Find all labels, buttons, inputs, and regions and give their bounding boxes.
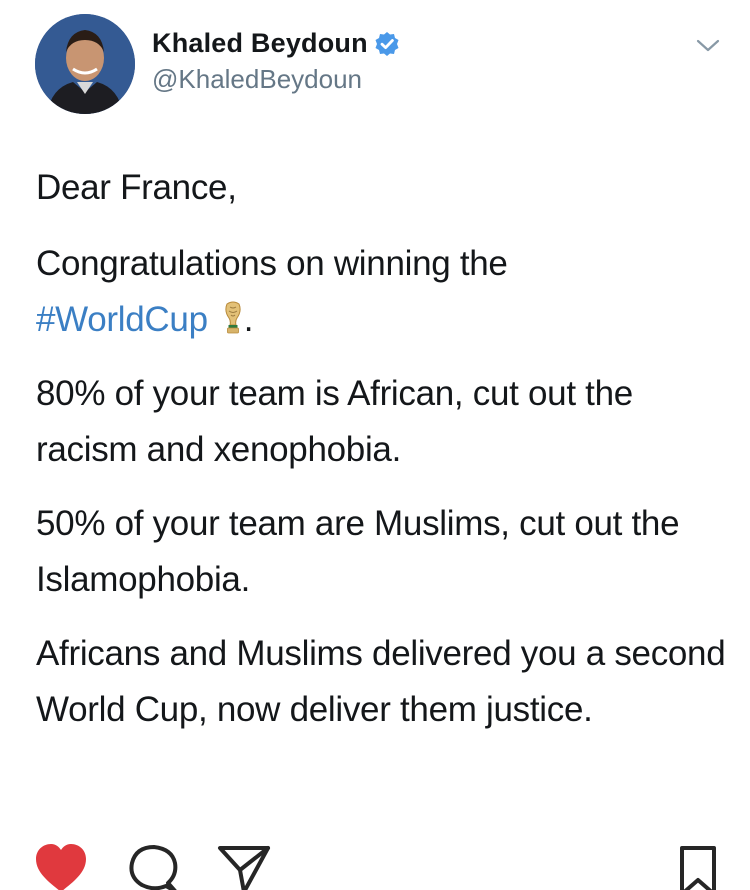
worldcup-hashtag-link[interactable]: #WorldCup <box>36 300 208 339</box>
avatar[interactable] <box>35 14 135 114</box>
share-button[interactable] <box>214 840 274 890</box>
congratulations-text: Congratulations on winning the <box>36 244 508 283</box>
post-action-bar <box>0 830 750 890</box>
display-name-row: Khaled Beydoun <box>152 28 400 59</box>
african-paragraph: 80% of your team is African, cut out the… <box>36 374 633 469</box>
comment-icon <box>129 845 178 890</box>
closing-paragraph: Africans and Muslims delivered you a sec… <box>36 634 726 729</box>
like-button[interactable] <box>30 840 92 890</box>
tweet-text: Dear France, Congratulations on winning … <box>36 160 726 756</box>
greeting-line: Dear France, <box>36 168 237 207</box>
sentence-period: . <box>243 300 254 339</box>
comment-button[interactable] <box>124 842 182 890</box>
instagram-post: Khaled Beydoun @KhaledBeydoun Dear Franc… <box>0 0 750 890</box>
display-name[interactable]: Khaled Beydoun <box>152 28 368 59</box>
chevron-down-icon[interactable] <box>690 30 726 60</box>
muslim-paragraph: 50% of your team are Muslims, cut out th… <box>36 504 680 599</box>
paper-plane-icon <box>218 846 270 890</box>
user-handle[interactable]: @KhaledBeydoun <box>152 64 362 95</box>
congratulations-paragraph: Congratulations on winning the #WorldCup… <box>36 236 726 348</box>
trophy-icon <box>222 301 244 335</box>
heart-icon <box>36 844 86 890</box>
save-button[interactable] <box>676 842 720 890</box>
bookmark-icon <box>680 846 716 890</box>
verified-badge-icon <box>374 31 400 57</box>
tweet-header: Khaled Beydoun @KhaledBeydoun <box>0 0 750 130</box>
avatar-image <box>35 14 135 114</box>
